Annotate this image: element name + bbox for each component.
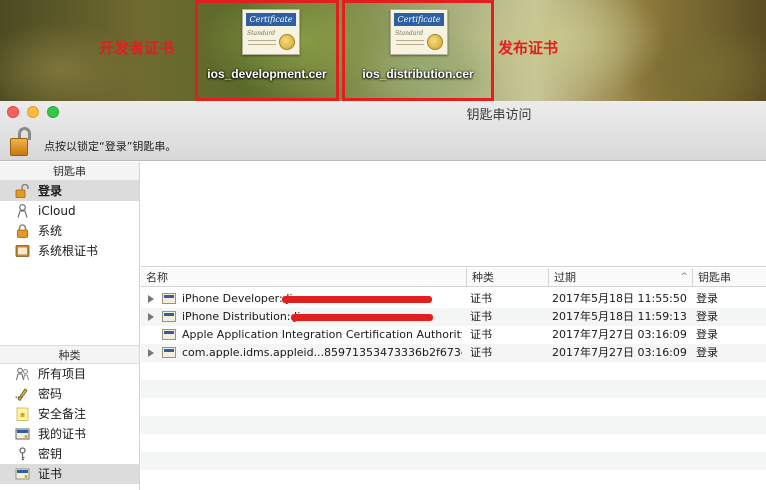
locked-padlock-icon [17, 224, 28, 238]
empty-row [141, 416, 766, 434]
disclosure-triangle-icon[interactable] [148, 349, 154, 357]
row-name: com.apple.idms.appleid...85971353473336b… [182, 346, 462, 359]
empty-row [141, 470, 766, 488]
sidebar-item-icloud[interactable]: iCloud [0, 201, 139, 221]
note-icon [16, 407, 29, 421]
row-kind: 证书 [470, 292, 492, 305]
dev-cert-filename: ios_development.cer [207, 67, 327, 81]
row-name: Apple Application Integration Certificat… [182, 328, 462, 341]
certificate-icon [162, 347, 176, 358]
title-bar: 钥匙串访问 点按以锁定“登录”钥匙串。 [0, 101, 766, 161]
sidebar-item-all-items[interactable]: 所有项目 [0, 364, 139, 384]
sidebar-item-system-roots[interactable]: 系统根证书 [0, 241, 139, 261]
table-header: 名称 种类 过期 ^ 钥匙串 [141, 268, 766, 287]
lock-hint-text: 点按以锁定“登录”钥匙串。 [44, 140, 177, 153]
row-kind: 证书 [470, 328, 492, 341]
sidebar-item-passwords[interactable]: *** 密码 [0, 384, 139, 404]
sidebar: 钥匙串 登录 iCloud 系统 系统根证书 种类 所有项目 *** 密码 安全… [0, 162, 140, 490]
password-pencil-icon: *** [15, 388, 28, 401]
table-row[interactable]: iPhone Developer: Ji... 证书 2017年5月18日 11… [141, 290, 766, 308]
empty-row [141, 362, 766, 380]
column-header-name[interactable]: 名称 [141, 268, 467, 287]
item-detail-area [141, 162, 766, 267]
unlocked-padlock-icon [15, 184, 29, 198]
key-icon [19, 447, 26, 461]
disclosure-triangle-icon[interactable] [148, 313, 154, 321]
disclosure-triangle-icon[interactable] [148, 295, 154, 303]
dist-cert-filename: ios_distribution.cer [362, 67, 474, 81]
my-cert-icon [15, 428, 30, 440]
certificate-file-icon: Certificate Standard [242, 9, 300, 55]
desktop-file-dist-cert[interactable]: Certificate Standard ios_distribution.ce… [342, 0, 494, 101]
row-keychain: 登录 [696, 346, 718, 359]
root-cert-cabinet-icon [15, 245, 30, 257]
unlocked-padlock-icon[interactable] [9, 127, 35, 159]
row-expires: 2017年5月18日 11:55:50 [552, 292, 687, 305]
sidebar-item-login[interactable]: 登录 [0, 181, 139, 201]
row-keychain: 登录 [696, 310, 718, 323]
annotation-distribution-cert: 发布证书 [498, 39, 559, 57]
annotation-developer-cert: 开发者证书 [99, 39, 175, 57]
sidebar-item-my-certificates[interactable]: 我的证书 [0, 424, 139, 444]
desktop-file-dev-cert[interactable]: Certificate Standard ios_development.cer [195, 0, 339, 101]
sidebar-item-secure-notes[interactable]: 安全备注 [0, 404, 139, 424]
certificate-icon [162, 329, 176, 340]
certificate-icon [162, 311, 176, 322]
person-icon [17, 204, 28, 218]
keychains-header: 钥匙串 [0, 162, 139, 181]
certificate-icon [162, 293, 176, 304]
redaction-mark [291, 314, 433, 321]
certificate-icon [15, 468, 30, 480]
row-keychain: 登录 [696, 328, 718, 341]
keychain-access-window: 钥匙串访问 点按以锁定“登录”钥匙串。 钥匙串 登录 iCloud 系统 系统根… [0, 101, 766, 490]
categories-header: 种类 [0, 345, 139, 364]
row-expires: 2017年7月27日 03:16:09 [552, 328, 687, 341]
empty-row [141, 398, 766, 416]
empty-row [141, 434, 766, 452]
people-icon [16, 367, 29, 381]
main-pane: 名称 种类 过期 ^ 钥匙串 iPhone Developer: Ji... 证… [141, 162, 766, 490]
table-body: iPhone Developer: Ji... 证书 2017年5月18日 11… [141, 288, 766, 490]
table-row[interactable]: iPhone Distribution: Ji... 证书 2017年5月18日… [141, 308, 766, 326]
empty-row [141, 380, 766, 398]
svg-text:***: *** [15, 396, 23, 401]
sidebar-item-system[interactable]: 系统 [0, 221, 139, 241]
sidebar-item-keys[interactable]: 密钥 [0, 444, 139, 464]
redaction-mark [282, 296, 432, 303]
row-kind: 证书 [470, 346, 492, 359]
row-kind: 证书 [470, 310, 492, 323]
certificate-file-icon: Certificate Standard [390, 9, 448, 55]
column-header-expires[interactable]: 过期 ^ [549, 268, 693, 287]
sidebar-item-certificates[interactable]: 证书 [0, 464, 139, 484]
sort-ascending-icon: ^ [680, 272, 688, 282]
desktop-background: 开发者证书 Certificate Standard ios_developme… [0, 0, 766, 101]
window-title: 钥匙串访问 [466, 108, 532, 123]
keychains-section: 钥匙串 登录 iCloud 系统 系统根证书 [0, 162, 139, 261]
row-keychain: 登录 [696, 292, 718, 305]
categories-section: 种类 所有项目 *** 密码 安全备注 我的证书 密钥 证书 [0, 345, 139, 484]
table-row[interactable]: com.apple.idms.appleid...85971353473336b… [141, 344, 766, 362]
row-expires: 2017年7月27日 03:16:09 [552, 346, 687, 359]
table-row[interactable]: Apple Application Integration Certificat… [141, 326, 766, 344]
column-header-keychain[interactable]: 钥匙串 [693, 268, 766, 287]
empty-row [141, 452, 766, 470]
column-header-kind[interactable]: 种类 [467, 268, 549, 287]
row-expires: 2017年5月18日 11:59:13 [552, 310, 687, 323]
